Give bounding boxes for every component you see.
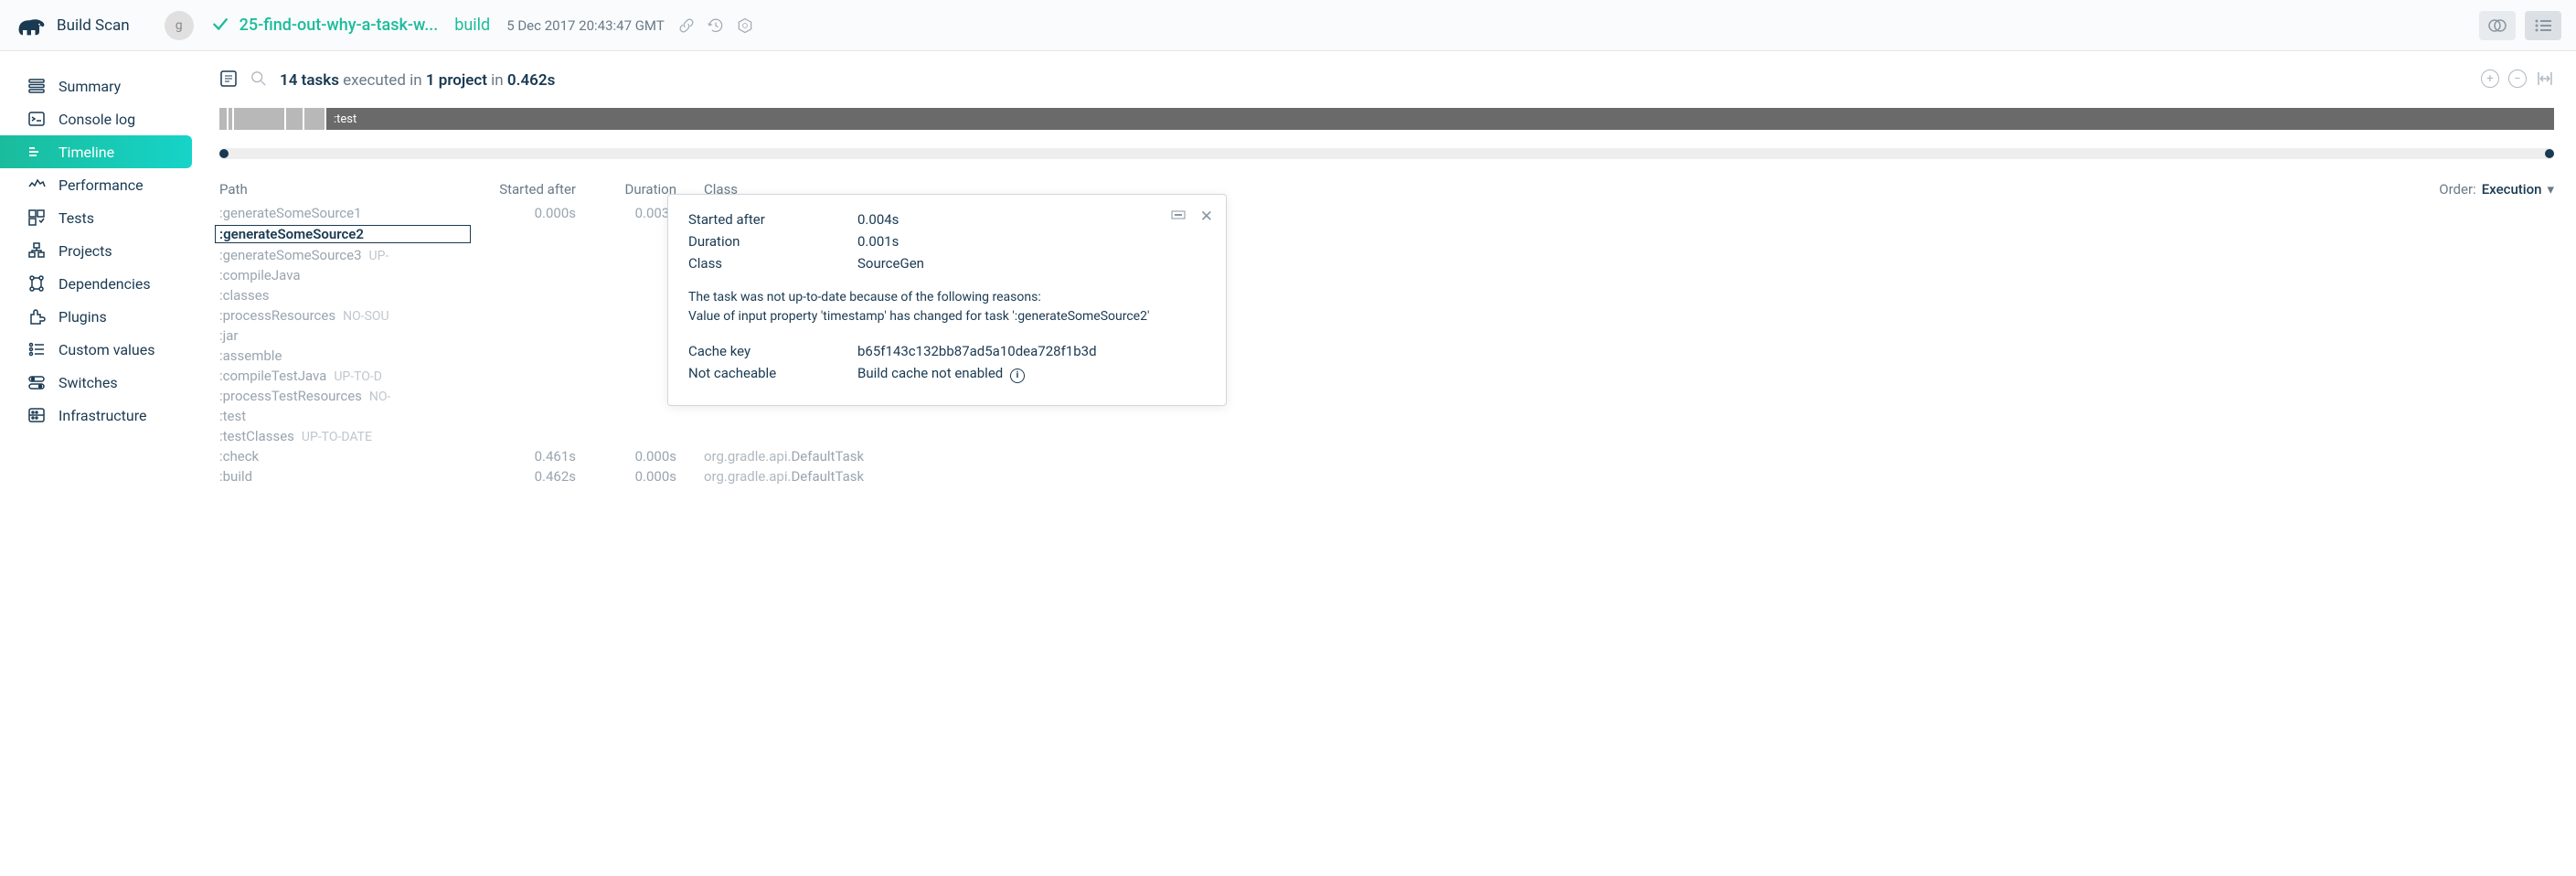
task-row[interactable]: :processTestResourcesNO-ces	[219, 386, 2554, 406]
sidebar-item-label: Projects	[59, 242, 112, 260]
task-row[interactable]: :compileJava	[219, 265, 2554, 285]
task-row[interactable]: :jar	[219, 326, 2554, 346]
col-header-started[interactable]: Started after	[475, 181, 576, 198]
sidebar-item-label: Performance	[59, 176, 144, 194]
build-root-task[interactable]: build	[454, 16, 490, 35]
timeline-icon	[27, 143, 46, 161]
build-name[interactable]: 25-find-out-why-a-task-w...	[240, 16, 439, 35]
sidebar-item-custom-values[interactable]: Custom values	[0, 333, 192, 366]
col-header-path[interactable]: Path	[219, 181, 475, 198]
sidebar-item-label: Switches	[59, 374, 118, 391]
sidebar-item-timeline[interactable]: Timeline	[0, 135, 192, 168]
collapse-all-icon[interactable]: −	[2508, 69, 2527, 88]
sidebar-item-label: Tests	[59, 209, 94, 227]
history-icon[interactable]	[707, 16, 725, 35]
sidebar-item-label: Infrastructure	[59, 407, 146, 424]
sidebar-item-infrastructure[interactable]: Infrastructure	[0, 399, 192, 432]
search-icon[interactable]	[250, 70, 267, 91]
expand-all-icon[interactable]: +	[2481, 69, 2499, 88]
sidebar-item-tests[interactable]: Tests	[0, 201, 192, 234]
link-icon[interactable]	[677, 16, 696, 35]
task-row[interactable]: :testClassesUP-TO-DATE	[219, 426, 2554, 446]
task-row[interactable]: :build0.462s0.000sorg.gradle.api.Default…	[219, 466, 2554, 486]
sidebar-item-label: Plugins	[59, 308, 107, 326]
task-row[interactable]: :compileTestJavaUP-TO-D	[219, 366, 2554, 386]
sidebar-item-label: Summary	[59, 78, 121, 95]
task-row[interactable]: :assemble	[219, 346, 2554, 366]
task-list: :generateSomeSource10.000s0.003sSourceGe…	[219, 203, 2554, 486]
close-icon[interactable]: ✕	[1200, 208, 1213, 227]
reason-detail: Value of input property 'timestamp' has …	[688, 307, 1206, 326]
task-row[interactable]: :test	[219, 406, 2554, 426]
sidebar-item-plugins[interactable]: Plugins	[0, 300, 192, 333]
compare-view-button[interactable]	[2479, 11, 2516, 40]
dependencies-icon	[27, 274, 46, 293]
timeline-range-slider[interactable]	[219, 148, 2554, 159]
sidebar-item-dependencies[interactable]: Dependencies	[0, 267, 192, 300]
performance-icon	[27, 176, 46, 194]
col-header-duration[interactable]: Duration	[576, 181, 676, 198]
sidebar-item-console[interactable]: Console log	[0, 102, 192, 135]
gradle-elephant-icon	[15, 14, 48, 37]
sidebar-item-label: Custom values	[59, 341, 154, 358]
task-row[interactable]: :check0.461s0.000sorg.gradle.api.Default…	[219, 446, 2554, 466]
chevron-down-icon: ▾	[2547, 181, 2554, 198]
hexagon-icon[interactable]	[736, 16, 754, 35]
switches-icon	[27, 373, 46, 391]
success-check-icon	[210, 14, 230, 37]
infrastructure-icon	[27, 406, 46, 424]
task-row[interactable]: :generateSomeSource2	[219, 223, 2554, 245]
order-selector[interactable]: Order: Execution ▾	[2439, 181, 2554, 198]
fit-width-icon[interactable]	[2536, 69, 2554, 91]
task-row[interactable]: :processResourcesNO-SOUces	[219, 305, 2554, 326]
plugins-icon	[27, 307, 46, 326]
table-header: Path Started after Duration Class Order:…	[219, 176, 2554, 203]
sidebar-item-label: Console log	[59, 111, 135, 128]
console-icon	[27, 110, 46, 128]
sidebar-item-projects[interactable]: Projects	[0, 234, 192, 267]
brand-title: Build Scan	[57, 16, 130, 35]
tree-toggle-icon[interactable]	[219, 69, 238, 91]
timeline-segment-test[interactable]: :test	[326, 108, 2554, 130]
header-bar: Build Scan g 25-find-out-why-a-task-w...…	[0, 0, 2576, 51]
task-row[interactable]: :generateSomeSource3UP-	[219, 245, 2554, 265]
summary-text: 14 tasks executed in 1 project in 0.462s	[280, 71, 555, 90]
custom-values-icon	[27, 340, 46, 358]
task-row[interactable]: :generateSomeSource10.000s0.003sSourceGe…	[219, 203, 2554, 223]
sidebar-item-label: Dependencies	[59, 275, 151, 293]
build-timestamp: 5 Dec 2017 20:43:47 GMT	[506, 17, 665, 34]
projects-icon	[27, 241, 46, 260]
tests-icon	[27, 208, 46, 227]
list-view-button[interactable]	[2525, 11, 2561, 40]
sidebar-item-label: Timeline	[59, 144, 114, 161]
info-icon[interactable]: i	[1010, 369, 1025, 383]
avatar[interactable]: g	[165, 11, 194, 40]
task-row[interactable]: :classes	[219, 285, 2554, 305]
header-meta-icons	[677, 16, 754, 35]
main-content: 14 tasks executed in 1 project in 0.462s…	[219, 51, 2576, 505]
sidebar-item-performance[interactable]: Performance	[0, 168, 192, 201]
sidebar: Summary Console log Timeline Performance…	[0, 51, 219, 505]
task-detail-popup: ✕ Started after0.004s Duration0.001s Cla…	[667, 194, 1227, 406]
reason-intro: The task was not up-to-date because of t…	[688, 288, 1206, 307]
timeline-chart[interactable]: :test	[219, 108, 2554, 130]
summary-icon	[27, 77, 46, 95]
logo-block: Build Scan	[15, 14, 148, 37]
sidebar-item-switches[interactable]: Switches	[0, 366, 192, 399]
focus-task-icon[interactable]	[1171, 208, 1186, 227]
sidebar-item-summary[interactable]: Summary	[0, 69, 192, 102]
